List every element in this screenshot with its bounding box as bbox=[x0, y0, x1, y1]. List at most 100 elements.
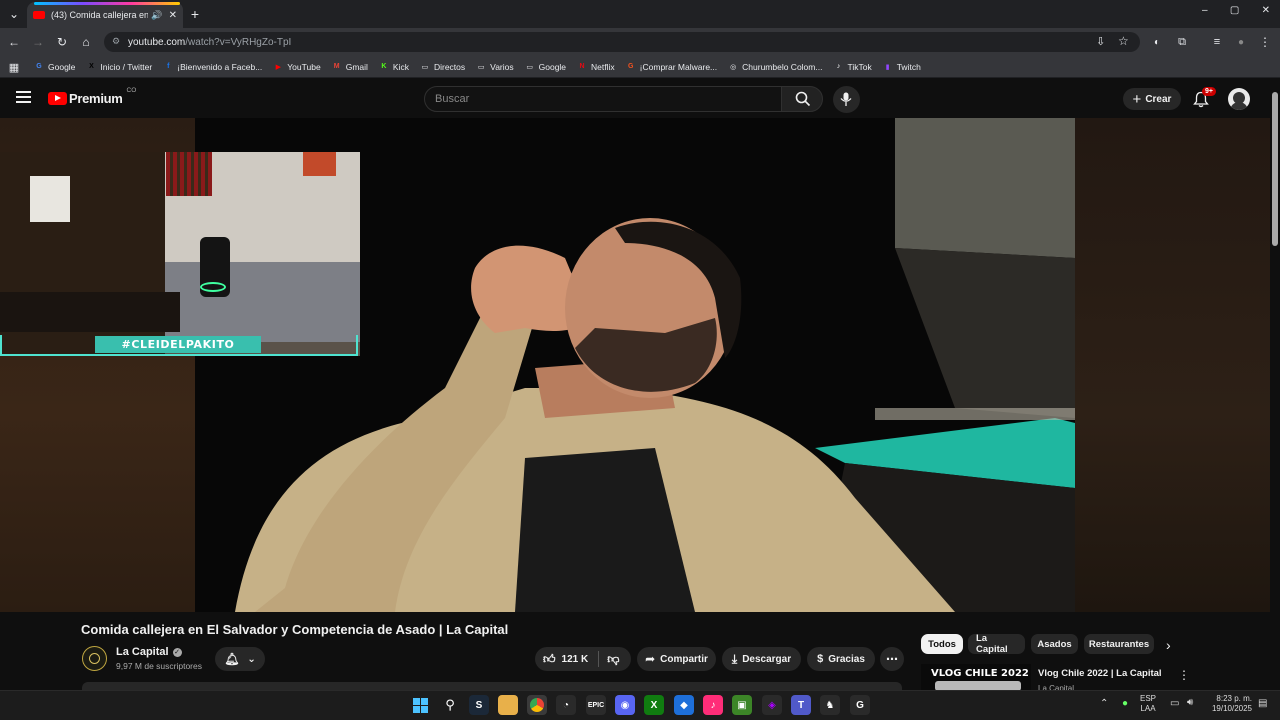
bookmark-item[interactable]: ▭ Varios bbox=[476, 62, 514, 72]
network-icon[interactable]: ▭ bbox=[1170, 698, 1179, 709]
tray-overflow-icon[interactable]: ⌃ bbox=[1100, 698, 1108, 709]
subscription-bell-button[interactable]: 🔔︎ ⌄ bbox=[215, 647, 265, 671]
webcam-poster bbox=[30, 176, 70, 222]
avatar[interactable] bbox=[1228, 88, 1250, 110]
maximize-button[interactable]: ▢ bbox=[1230, 5, 1239, 23]
forward-icon[interactable]: → bbox=[29, 33, 47, 51]
tab-close-icon[interactable]: ✕ bbox=[169, 10, 177, 21]
bookmark-item[interactable]: ▮ Twitch bbox=[883, 62, 921, 72]
create-label: Crear bbox=[1145, 93, 1172, 105]
chip-restaurantes[interactable]: Restaurantes bbox=[1084, 634, 1154, 654]
scrollbar-thumb[interactable] bbox=[1272, 92, 1278, 246]
tab-title: (43) Comida callejera en El bbox=[51, 10, 149, 20]
discord-icon[interactable]: ◉ bbox=[615, 695, 635, 715]
app-icon[interactable]: ◔ bbox=[556, 695, 576, 715]
reading-list-icon[interactable]: ≡ bbox=[1208, 33, 1226, 51]
youtube-premium-logo[interactable]: Premium CO bbox=[48, 87, 136, 106]
browser-tab[interactable]: (43) Comida callejera en El 🔊 ✕ bbox=[27, 2, 183, 28]
browser-toolbar: ← → ↻ ⌂ ⚙ youtube.com/watch?v=VyRHgZo-Tp… bbox=[0, 28, 1280, 56]
chips-next-icon[interactable]: › bbox=[1166, 637, 1171, 653]
like-button[interactable]: 👍︎ 121 K bbox=[543, 652, 588, 667]
new-tab-button[interactable]: + bbox=[186, 5, 204, 23]
site-info-icon[interactable]: ⚙ bbox=[112, 36, 120, 47]
bookmark-item[interactable]: G Google bbox=[34, 62, 75, 72]
share-button[interactable]: ➦ Compartir bbox=[637, 647, 716, 671]
youtube-icon: ▶ bbox=[275, 63, 281, 71]
webcam-overlay: #CLEIDELPAKITO bbox=[0, 152, 360, 356]
app-icon-4[interactable]: ♞ bbox=[820, 695, 840, 715]
epic-games-icon[interactable]: EPIC bbox=[586, 695, 606, 715]
recommendation-title[interactable]: Vlog Chile 2022 | La Capital bbox=[1038, 668, 1162, 679]
tray-mic-icon[interactable]: ● bbox=[1122, 698, 1128, 709]
speaker-icon[interactable]: 🔊 bbox=[151, 10, 162, 21]
home-icon[interactable]: ⌂ bbox=[77, 33, 95, 51]
search-button[interactable] bbox=[781, 86, 823, 112]
app-icon-2[interactable]: ◆ bbox=[674, 695, 694, 715]
bookmark-item[interactable]: ▭ Directos bbox=[420, 62, 466, 72]
recommendation-thumbnail[interactable]: VLOG CHILE 2022 bbox=[921, 664, 1031, 690]
app-icon-5[interactable]: G bbox=[850, 695, 870, 715]
back-icon[interactable]: ← bbox=[5, 33, 23, 51]
reload-icon[interactable]: ↻ bbox=[53, 33, 71, 51]
profile-icon[interactable]: ● bbox=[1232, 33, 1250, 51]
teams-icon[interactable]: T bbox=[791, 695, 811, 715]
video-player[interactable]: #CLEIDELPAKITO bbox=[0, 118, 1270, 612]
minimize-button[interactable]: – bbox=[1202, 5, 1208, 23]
notification-center-icon[interactable]: ▤ bbox=[1258, 698, 1267, 709]
minecraft-icon[interactable]: ▣ bbox=[732, 695, 752, 715]
bookmark-star-icon[interactable]: ☆ bbox=[1118, 34, 1129, 48]
bookmarks-bar: ▦ G Google X Inicio / Twitter f ¡Bienvenido a… bbox=[0, 56, 1280, 78]
channel-name-row[interactable]: La Capital ✓ bbox=[116, 646, 182, 658]
bookmark-item[interactable]: K Kick bbox=[379, 62, 409, 72]
bookmark-item[interactable]: ▶ YouTube bbox=[273, 62, 321, 72]
extension-icon[interactable]: ◐ bbox=[1148, 33, 1166, 51]
taskbar-search-icon[interactable]: ⚲ bbox=[440, 695, 460, 715]
apps-grid-icon[interactable]: ▦ bbox=[5, 58, 23, 76]
close-window-button[interactable]: ✕ bbox=[1262, 5, 1270, 23]
app-icon-3[interactable]: ◈ bbox=[762, 695, 782, 715]
bookmark-item[interactable]: ▭ Google bbox=[525, 62, 566, 72]
facebook-icon: f bbox=[167, 63, 170, 70]
hamburger-menu-icon[interactable] bbox=[16, 91, 31, 103]
address-bar[interactable]: ⚙ youtube.com/watch?v=VyRHgZo-TpI ⇩ ☆ bbox=[104, 32, 1140, 52]
bookmark-item[interactable]: M Gmail bbox=[332, 62, 368, 72]
bookmark-item[interactable]: ♪ TikTok bbox=[833, 62, 872, 72]
volume-icon[interactable]: 🔊︎ bbox=[1187, 697, 1193, 708]
mic-icon bbox=[840, 92, 852, 106]
share-label: Compartir bbox=[660, 653, 708, 665]
dislike-icon[interactable]: 👎︎ bbox=[607, 652, 619, 667]
notifications-button[interactable]: 9+ bbox=[1192, 87, 1216, 109]
download-button[interactable]: ⤓ Descargar bbox=[722, 647, 801, 671]
bookmark-item[interactable]: ◎ Churumbelo Colom... bbox=[728, 62, 822, 72]
chip-asados[interactable]: Asados bbox=[1031, 634, 1078, 654]
voice-search-button[interactable] bbox=[833, 86, 860, 113]
bookmark-item[interactable]: f ¡Bienvenido a Faceb... bbox=[163, 62, 262, 72]
tab-search-chevron-icon[interactable]: ⌄ bbox=[5, 5, 23, 23]
bookmark-item[interactable]: X Inicio / Twitter bbox=[86, 62, 152, 72]
extensions-puzzle-icon[interactable]: ⧉ bbox=[1173, 33, 1191, 51]
channel-avatar[interactable] bbox=[82, 646, 107, 671]
windows-start-icon[interactable] bbox=[410, 695, 430, 715]
thanks-button[interactable]: $ Gracias bbox=[807, 647, 875, 671]
bookmark-label: ¡Bienvenido a Faceb... bbox=[177, 61, 263, 72]
bookmark-item[interactable]: N Netflix bbox=[577, 62, 615, 72]
logo-text: Premium bbox=[69, 91, 123, 106]
tiktok-app-icon[interactable]: ♪ bbox=[703, 695, 723, 715]
chrome-icon[interactable] bbox=[527, 695, 547, 715]
steam-icon[interactable]: S bbox=[469, 695, 489, 715]
create-button[interactable]: + Crear bbox=[1123, 88, 1181, 110]
bookmark-item[interactable]: G ¡Comprar Malware... bbox=[626, 62, 717, 72]
file-explorer-icon[interactable] bbox=[498, 695, 518, 715]
xbox-icon[interactable]: X bbox=[644, 695, 664, 715]
clock[interactable]: 8:23 p. m. 19/10/2025 bbox=[1204, 694, 1252, 714]
language-indicator[interactable]: ESP LAA bbox=[1140, 694, 1156, 714]
install-app-icon[interactable]: ⇩ bbox=[1096, 35, 1105, 48]
description-box[interactable] bbox=[82, 682, 902, 690]
search-input[interactable]: Buscar bbox=[424, 86, 782, 112]
more-actions-button[interactable]: ⋯ bbox=[880, 647, 904, 671]
chip-la-capital[interactable]: La Capital bbox=[968, 633, 1025, 655]
menu-kebab-icon[interactable]: ⋮ bbox=[1256, 33, 1274, 51]
chip-all[interactable]: Todos bbox=[921, 634, 963, 654]
thumbs-up-icon: 👍︎ bbox=[543, 651, 556, 666]
recommendation-menu-icon[interactable]: ⋮ bbox=[1178, 668, 1190, 682]
